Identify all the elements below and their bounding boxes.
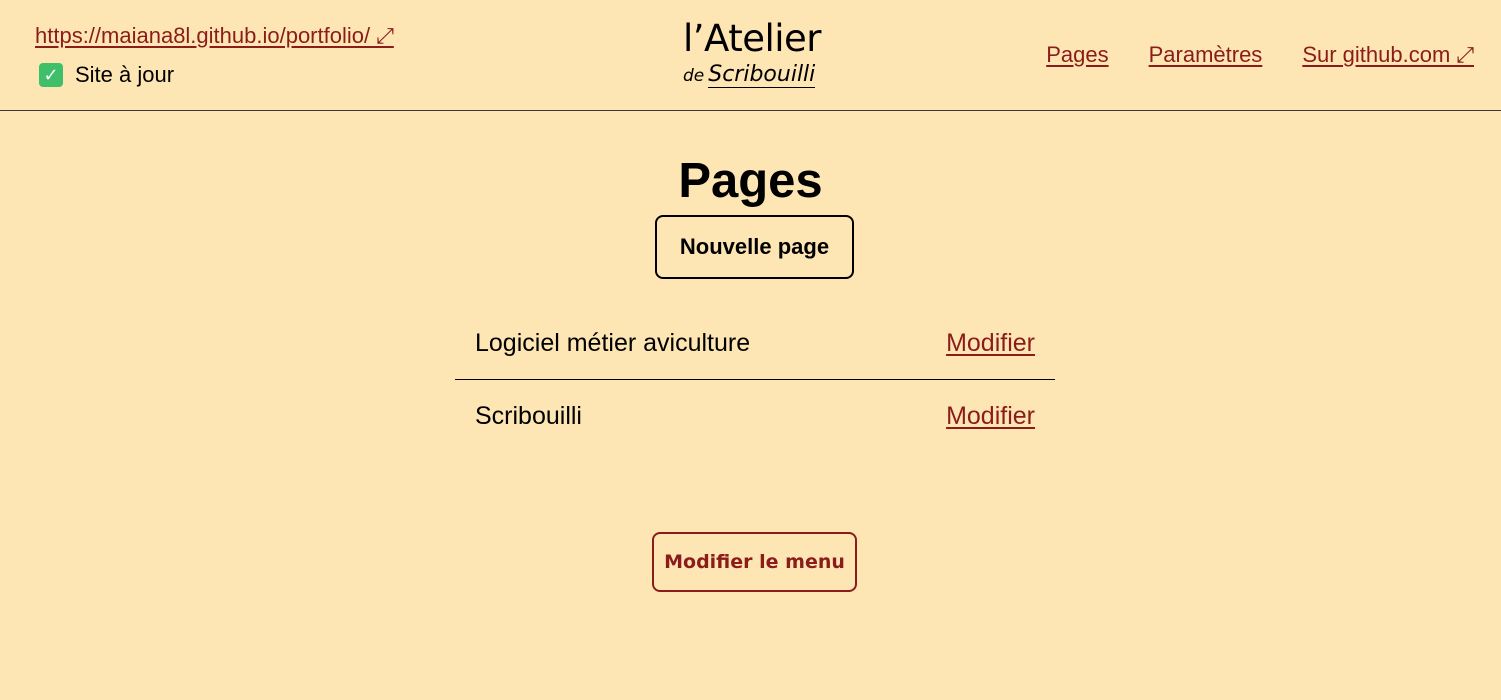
nav-pages-link[interactable]: Pages <box>1046 42 1108 68</box>
page-list: Logiciel métier aviculture Modifier Scri… <box>455 308 1055 452</box>
edit-menu-button[interactable]: Modifier le menu <box>652 532 857 592</box>
check-icon: ✓ <box>39 63 63 87</box>
page-list-item: Logiciel métier aviculture Modifier <box>455 308 1055 380</box>
nav-settings-link[interactable]: Paramètres <box>1149 42 1263 68</box>
logo-title: l’Atelier <box>683 17 822 60</box>
site-status: ✓ Site à jour <box>39 62 174 88</box>
edit-page-link[interactable]: Modifier <box>946 329 1035 358</box>
nav-github-link[interactable]: Sur github.com ⤢ <box>1302 42 1474 68</box>
logo-subtitle: de Scribouilli <box>683 62 833 89</box>
page-list-item: Scribouilli Modifier <box>455 380 1055 452</box>
new-page-button[interactable]: Nouvelle page <box>655 215 854 279</box>
edit-page-link[interactable]: Modifier <box>946 402 1035 431</box>
site-url-link[interactable]: https://maiana8l.github.io/portfolio/ ⤢ <box>35 23 394 49</box>
page-title: Pages <box>678 154 823 208</box>
logo-sub-name: Scribouilli <box>708 62 816 88</box>
main-nav: Pages Paramètres Sur github.com ⤢ <box>1046 42 1474 68</box>
site-header: https://maiana8l.github.io/portfolio/ ⤢ … <box>0 0 1501 111</box>
logo-sub-prefix: de <box>683 66 705 86</box>
site-status-text: Site à jour <box>75 62 175 87</box>
logo[interactable]: l’Atelier de Scribouilli <box>683 18 833 94</box>
page-name: Logiciel métier aviculture <box>475 329 751 357</box>
page-name: Scribouilli <box>475 401 582 430</box>
